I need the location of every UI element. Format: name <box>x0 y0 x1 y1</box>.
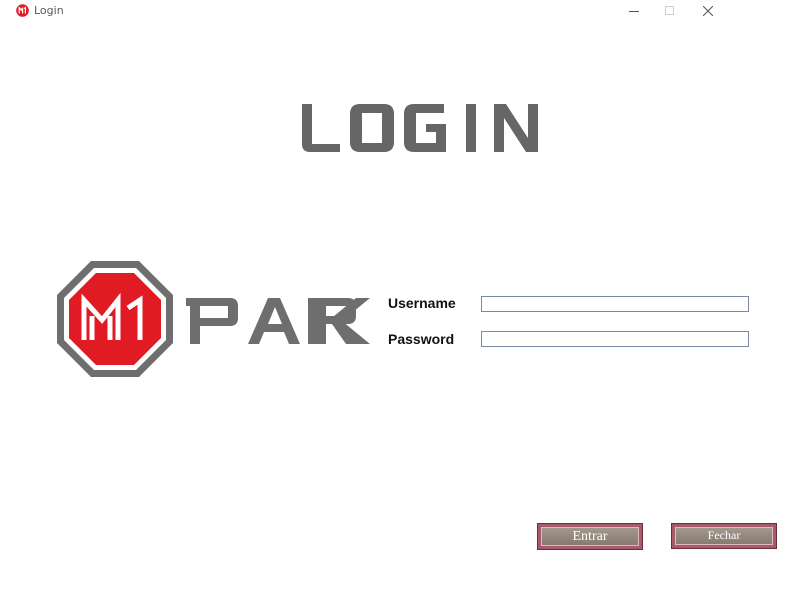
password-label: Password <box>388 331 455 347</box>
close-icon <box>703 6 713 16</box>
maximize-icon <box>665 6 674 15</box>
fechar-button[interactable]: Fechar <box>672 524 776 548</box>
close-button[interactable] <box>690 0 726 22</box>
logo-letter-k <box>316 298 370 344</box>
login-window: Login LOGIN <box>0 0 800 600</box>
maximize-button[interactable] <box>652 0 688 22</box>
minimize-button[interactable] <box>616 0 652 22</box>
title-bar: Login <box>0 0 800 22</box>
window-title: Login <box>34 4 64 17</box>
password-input[interactable] <box>481 331 749 347</box>
minimize-icon <box>629 11 639 12</box>
login-heading-lettering <box>302 104 538 152</box>
app-icon <box>16 4 29 17</box>
username-input[interactable] <box>481 296 749 312</box>
username-label: Username <box>388 295 456 311</box>
login-heading: LOGIN <box>300 102 550 154</box>
entrar-button[interactable]: Entrar <box>538 524 642 549</box>
